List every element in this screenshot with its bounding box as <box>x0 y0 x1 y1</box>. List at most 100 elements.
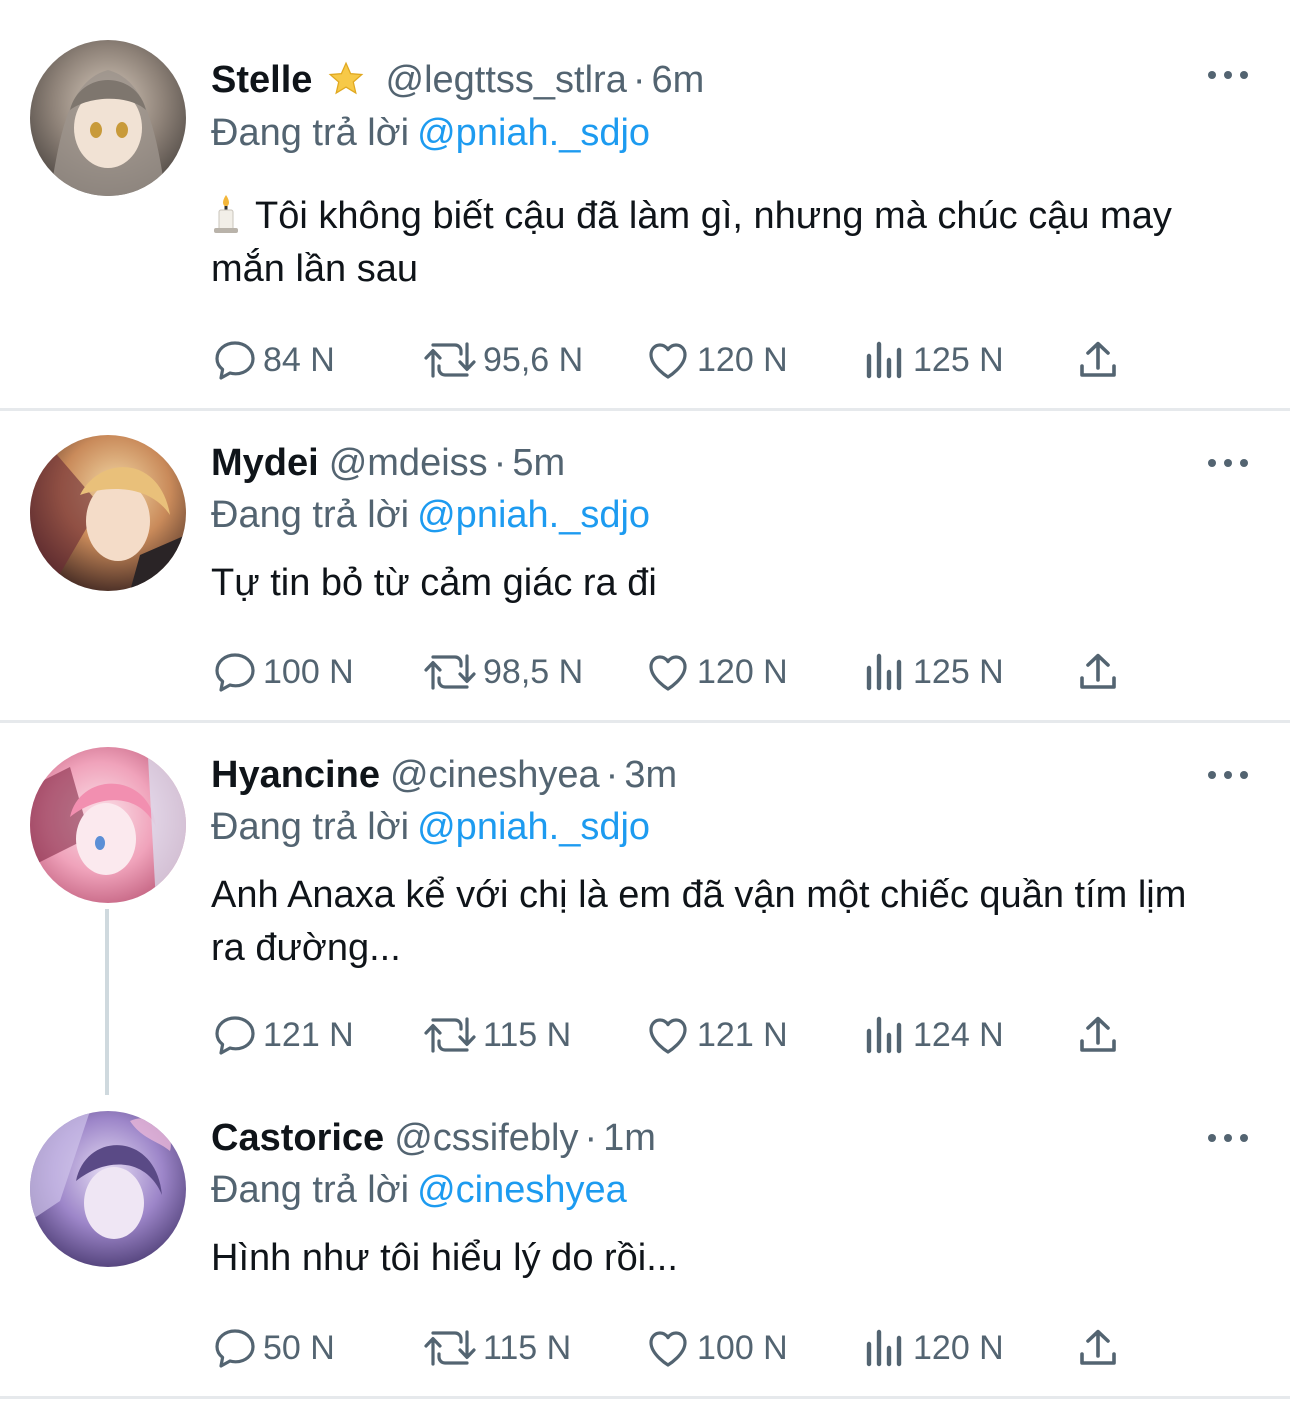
views-count: 124 N <box>913 1015 1004 1054</box>
tweet-text: Tôi không biết cậu đã làm gì, nhưng mà c… <box>211 195 1172 290</box>
reply-button[interactable]: 50 N <box>211 1323 335 1373</box>
retweet-icon <box>424 654 476 690</box>
views-button[interactable]: 124 N <box>861 1010 1004 1060</box>
timestamp[interactable]: 5m <box>512 442 565 484</box>
like-button[interactable]: 100 N <box>643 1323 788 1373</box>
like-count: 120 N <box>697 340 788 379</box>
avatar[interactable] <box>30 1111 186 1267</box>
tweet-text: Anh Anaxa kể với chị là em đã vận một ch… <box>211 874 1187 969</box>
share-button[interactable] <box>1073 1010 1123 1060</box>
like-count: 121 N <box>697 1015 788 1054</box>
separator-dot: · <box>605 754 619 796</box>
timestamp[interactable]: 3m <box>624 754 677 796</box>
retweet-count: 98,5 N <box>483 652 584 691</box>
display-name[interactable]: Hyancine <box>211 754 380 796</box>
like-button[interactable]: 120 N <box>643 335 788 385</box>
reply-prefix: Đang trả lời <box>211 112 410 154</box>
reply-count: 100 N <box>263 652 354 691</box>
retweet-button[interactable]: 115 N <box>421 1323 571 1373</box>
retweet-button[interactable]: 115 N <box>421 1010 571 1060</box>
like-button[interactable]: 120 N <box>643 647 788 697</box>
reply-mention[interactable]: @pniah._sdjo <box>417 112 650 154</box>
views-count: 125 N <box>913 340 1004 379</box>
views-button[interactable]: 125 N <box>861 647 1004 697</box>
comment-icon <box>215 1329 255 1368</box>
retweet-count: 115 N <box>483 1328 572 1367</box>
retweet-button[interactable]: 98,5 N <box>421 647 583 697</box>
reply-context: Đang trả lời @pniah._sdjo <box>211 492 650 538</box>
reply-prefix: Đang trả lời <box>211 806 410 848</box>
like-button[interactable]: 121 N <box>643 1010 788 1060</box>
retweet-count: 115 N <box>483 1015 572 1054</box>
analytics-icon <box>866 341 902 379</box>
display-name[interactable]: Mydei <box>211 442 319 484</box>
separator-dot: · <box>584 1117 598 1159</box>
user-handle[interactable]: @cineshyea <box>390 754 600 796</box>
retweet-icon <box>424 1017 476 1053</box>
tweet-header: Hyancine @cineshyea · 3m <box>211 752 677 798</box>
action-bar: 121 N 115 N 121 N 124 N <box>211 1010 1131 1060</box>
share-icon <box>1080 1016 1116 1052</box>
analytics-icon <box>866 1016 902 1054</box>
candle-emoji <box>211 194 241 234</box>
user-handle[interactable]: @mdeiss <box>329 442 488 484</box>
heart-icon <box>649 655 687 691</box>
timestamp[interactable]: 6m <box>652 59 705 101</box>
reply-count: 84 N <box>263 340 335 379</box>
tweet[interactable]: Stelle @legttss_stlra · 6m Đang trả lời @pn… <box>0 0 1290 410</box>
timestamp[interactable]: 1m <box>603 1117 656 1159</box>
comment-icon <box>215 653 255 692</box>
tweet[interactable]: Castorice @cssifebly · 1m Đang trả lời @cine… <box>0 1095 1290 1395</box>
reply-mention[interactable]: @pniah._sdjo <box>417 494 650 536</box>
display-name[interactable]: Stelle <box>211 59 312 101</box>
share-icon <box>1080 341 1116 377</box>
avatar[interactable] <box>30 40 186 196</box>
like-count: 120 N <box>697 652 788 691</box>
retweet-icon <box>424 1330 476 1366</box>
retweet-icon <box>424 342 476 378</box>
divider <box>0 1396 1290 1399</box>
user-handle[interactable]: @legttss_stlra <box>386 59 627 101</box>
more-options-icon[interactable] <box>1208 456 1248 470</box>
analytics-icon <box>866 653 902 691</box>
action-bar: 100 N 98,5 N 120 N 125 N <box>211 647 1131 697</box>
views-count: 125 N <box>913 652 1004 691</box>
share-button[interactable] <box>1073 1323 1123 1373</box>
star-icon <box>327 60 365 98</box>
tweet[interactable]: Hyancine @cineshyea · 3m Đang trả lời @pniah… <box>0 723 1290 1095</box>
reply-button[interactable]: 84 N <box>211 335 335 385</box>
tweet-text: Tự tin bỏ từ cảm giác ra đi <box>211 562 657 604</box>
reply-button[interactable]: 100 N <box>211 647 354 697</box>
heart-icon <box>649 1331 687 1367</box>
share-icon <box>1080 653 1116 689</box>
reply-context: Đang trả lời @cineshyea <box>211 1167 627 1213</box>
views-button[interactable]: 125 N <box>861 335 1004 385</box>
reply-mention[interactable]: @cineshyea <box>417 1169 627 1211</box>
comment-icon <box>215 341 255 380</box>
more-options-icon[interactable] <box>1208 68 1248 82</box>
more-options-icon[interactable] <box>1208 768 1248 782</box>
share-icon <box>1080 1329 1116 1365</box>
avatar[interactable] <box>30 435 186 591</box>
action-bar: 84 N 95,6 N 120 N 125 N <box>211 335 1131 385</box>
reply-context: Đang trả lời @pniah._sdjo <box>211 804 650 850</box>
share-button[interactable] <box>1073 647 1123 697</box>
retweet-count: 95,6 N <box>483 340 584 379</box>
user-handle[interactable]: @cssifebly <box>394 1117 578 1159</box>
like-count: 100 N <box>697 1328 788 1367</box>
separator-dot: · <box>632 59 646 101</box>
heart-icon <box>649 343 687 379</box>
retweet-button[interactable]: 95,6 N <box>421 335 583 385</box>
analytics-icon <box>866 1329 902 1367</box>
avatar[interactable] <box>30 747 186 903</box>
reply-button[interactable]: 121 N <box>211 1010 354 1060</box>
share-button[interactable] <box>1073 335 1123 385</box>
display-name[interactable]: Castorice <box>211 1117 384 1159</box>
comment-icon <box>215 1016 255 1055</box>
more-options-icon[interactable] <box>1208 1131 1248 1145</box>
tweet-text: Hình như tôi hiểu lý do rồi... <box>211 1237 678 1279</box>
tweet[interactable]: Mydei @mdeiss · 5m Đang trả lời @pniah._sdjo… <box>0 411 1290 721</box>
reply-mention[interactable]: @pniah._sdjo <box>417 806 650 848</box>
reply-prefix: Đang trả lời <box>211 494 410 536</box>
views-button[interactable]: 120 N <box>861 1323 1004 1373</box>
